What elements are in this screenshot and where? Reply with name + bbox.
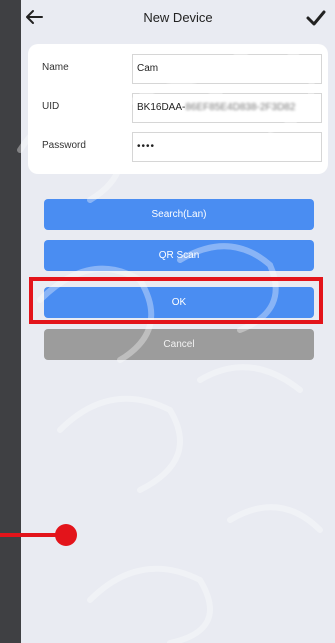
checkmark-icon[interactable] — [305, 8, 327, 28]
cancel-button[interactable]: Cancel — [44, 329, 314, 360]
page-title: New Device — [143, 10, 213, 25]
name-label: Name — [42, 62, 69, 73]
uid-label: UID — [42, 101, 60, 112]
highlight-box — [29, 277, 323, 324]
pointer-dot — [55, 524, 77, 546]
password-row: Password •••• — [28, 128, 328, 166]
password-label: Password — [42, 140, 86, 151]
search-lan-button[interactable]: Search(Lan) — [44, 199, 314, 230]
name-field[interactable]: Cam — [132, 54, 322, 84]
device-form: Name Cam UID BK16DAA-86EF85E4D838-2F3D82… — [28, 44, 328, 174]
uid-row: UID BK16DAA-86EF85E4D838-2F3D82 — [28, 89, 328, 127]
password-field[interactable]: •••• — [132, 132, 322, 162]
qr-scan-button[interactable]: QR Scan — [44, 240, 314, 271]
uid-field[interactable]: BK16DAA-86EF85E4D838-2F3D82 — [132, 93, 322, 123]
uid-prefix: BK16DAA- — [137, 102, 186, 113]
app-header: New Device — [21, 0, 335, 38]
pointer-line — [0, 533, 60, 537]
name-row: Name Cam — [28, 50, 328, 88]
uid-obscured: 86EF85E4D838-2F3D82 — [185, 102, 296, 113]
